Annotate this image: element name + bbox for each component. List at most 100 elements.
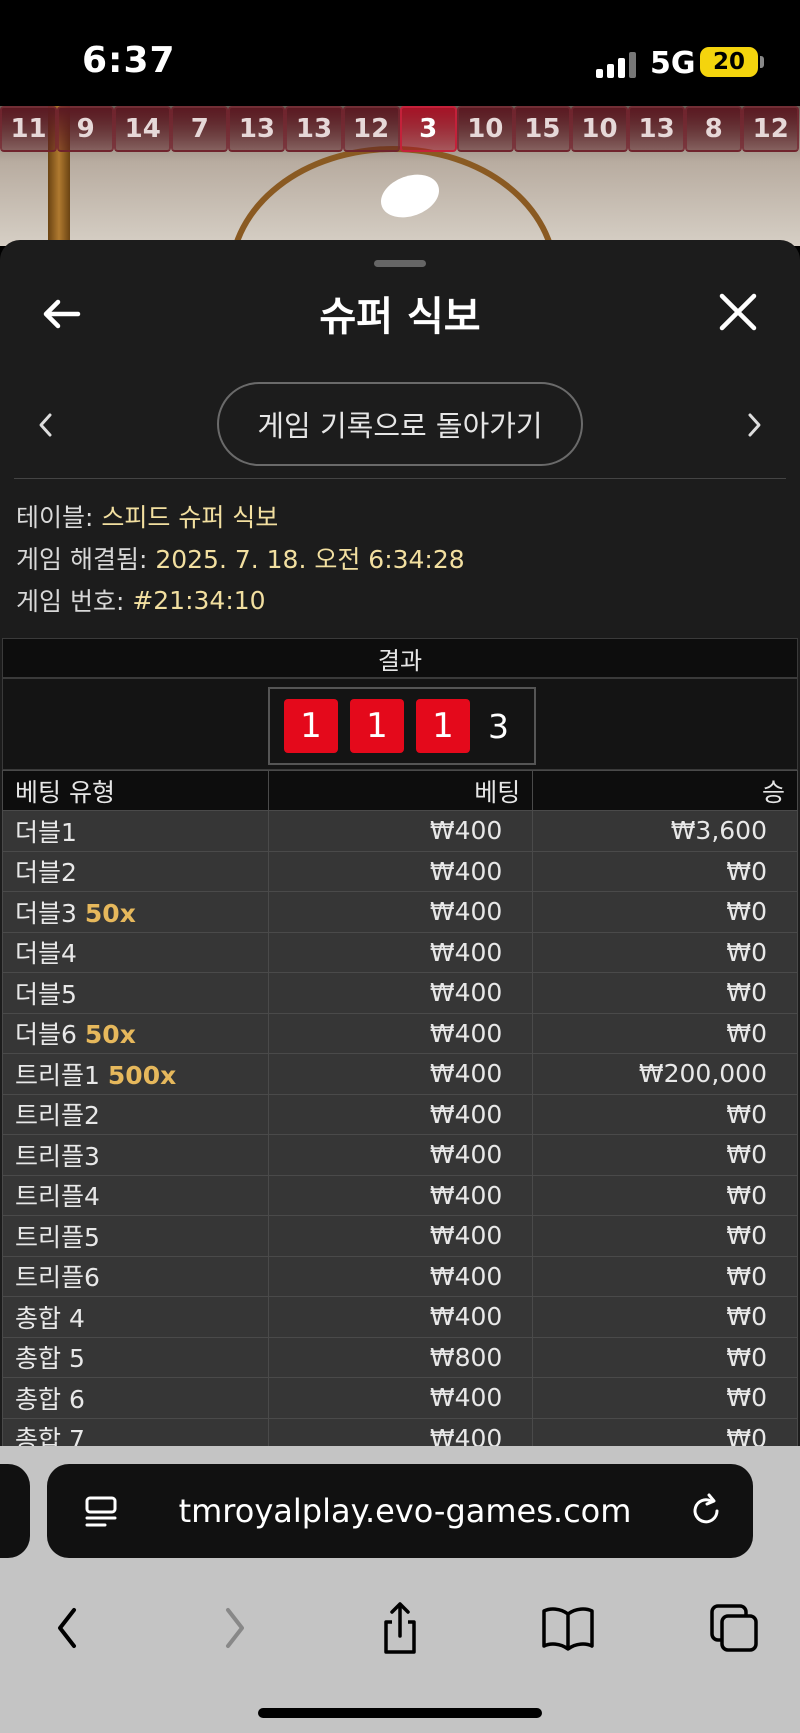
- bet-type-cell: 더블2: [2, 850, 269, 892]
- bet-amount-cell: ₩400: [267, 1255, 534, 1297]
- browser-toolbar: [0, 1584, 800, 1664]
- bet-type-label: 총합 6: [15, 1384, 85, 1414]
- chevron-right-icon[interactable]: [740, 410, 768, 440]
- history-result-item: 15: [513, 106, 571, 152]
- column-header-bet-type: 베팅 유형: [2, 770, 269, 811]
- battery-level: 20: [712, 49, 745, 75]
- bet-amount-cell: ₩400: [267, 1296, 534, 1338]
- home-indicator[interactable]: [258, 1708, 542, 1718]
- bet-type-cell: 트리플5: [2, 1215, 269, 1257]
- bet-amount-cell: ₩400: [267, 1377, 534, 1419]
- win-amount-cell: ₩0: [532, 931, 798, 973]
- win-amount-cell: ₩0: [532, 1296, 798, 1338]
- bet-type-cell: 더블1: [2, 810, 269, 852]
- bets-table: 베팅 유형 베팅 승 더블1 ₩400 ₩3,600 더블2 ₩400 ₩0 더블3 50x ₩…: [2, 770, 798, 1446]
- bet-type-cell: 총합 5: [2, 1336, 269, 1378]
- game-number-value: #21:34:10: [132, 585, 266, 615]
- bet-type-label: 더블3: [15, 898, 77, 928]
- bet-amount-cell: ₩400: [267, 1093, 534, 1135]
- bet-type-label: 더블4: [15, 939, 77, 969]
- column-header-bet: 베팅: [267, 770, 534, 811]
- bet-amount-cell: ₩400: [267, 1134, 534, 1176]
- result-header: 결과: [2, 638, 798, 678]
- resolved-label: 게임 해결됨:: [16, 545, 148, 574]
- game-navigation: 게임 기록으로 돌아가기: [0, 382, 800, 468]
- table-info: 테이블: 스피드 슈퍼 식보: [16, 495, 465, 537]
- bet-type-cell: 더블5: [2, 972, 269, 1014]
- history-result-item: 11: [0, 106, 58, 152]
- forward-icon[interactable]: [206, 1602, 262, 1654]
- table-row: 총합 6 ₩400 ₩0: [2, 1377, 798, 1419]
- close-icon[interactable]: [716, 290, 760, 334]
- win-amount-cell: ₩0: [532, 891, 798, 933]
- bet-type-label: 더블2: [15, 858, 77, 888]
- bet-type-label: 트리플6: [15, 1263, 100, 1293]
- address-bar[interactable]: tmroyalplay.evo-games.com: [47, 1464, 753, 1558]
- bet-type-cell: 총합 6: [2, 1377, 269, 1419]
- table-row: 트리플1 500x ₩400 ₩200,000: [2, 1053, 798, 1095]
- table-row: 트리플4 ₩400 ₩0: [2, 1174, 798, 1216]
- bet-amount-cell: ₩400: [267, 1174, 534, 1216]
- win-amount-cell: ₩0: [532, 1012, 798, 1054]
- table-row: 총합 4 ₩400 ₩0: [2, 1296, 798, 1338]
- bookmarks-icon[interactable]: [540, 1602, 596, 1654]
- bet-type-cell: 트리플2: [2, 1093, 269, 1135]
- win-amount-cell: ₩0: [532, 972, 798, 1014]
- divider: [14, 478, 786, 479]
- drag-handle[interactable]: [374, 260, 426, 267]
- die-1: 1: [284, 699, 338, 753]
- bet-amount-cell: ₩400: [267, 1012, 534, 1054]
- url-text[interactable]: tmroyalplay.evo-games.com: [47, 1464, 753, 1558]
- win-amount-cell: ₩0: [532, 1377, 798, 1419]
- win-amount-cell: ₩0: [532, 1174, 798, 1216]
- bet-type-label: 총합 7: [15, 1425, 85, 1446]
- resolved-info: 게임 해결됨: 2025. 7. 18. 오전 6:34:28: [16, 537, 465, 579]
- history-result-item: 10: [456, 106, 514, 152]
- history-result-item: 7: [171, 106, 229, 152]
- history-result-item: 10: [570, 106, 629, 152]
- page-menu-icon[interactable]: [83, 1494, 119, 1530]
- cellular-signal-icon: [596, 52, 636, 78]
- bet-type-cell: 총합 4: [2, 1296, 269, 1338]
- share-icon[interactable]: [372, 1602, 428, 1654]
- game-video: 11 9 14 7 13 13 12 3 10 15 10 13 8 12: [0, 106, 800, 246]
- table-row: 더블6 50x ₩400 ₩0: [2, 1012, 798, 1054]
- reload-icon[interactable]: [687, 1492, 725, 1530]
- win-amount-cell: ₩0: [532, 1215, 798, 1257]
- game-number-info: 게임 번호: #21:34:10: [16, 579, 465, 621]
- multiplier-badge: 50x: [84, 898, 136, 928]
- back-to-history-button[interactable]: 게임 기록으로 돌아가기: [217, 382, 583, 466]
- history-result-item: 9: [57, 106, 115, 152]
- previous-tab-peek[interactable]: [0, 1464, 30, 1558]
- bet-amount-cell: ₩400: [267, 972, 534, 1014]
- bet-amount-cell: ₩400: [267, 1053, 534, 1095]
- chevron-left-icon[interactable]: [32, 410, 60, 440]
- win-amount-cell: ₩0: [532, 1417, 798, 1446]
- bet-amount-cell: ₩800: [267, 1336, 534, 1378]
- battery-icon: 20: [700, 47, 758, 77]
- browser-chrome: tmroyalplay.evo-games.com: [0, 1446, 800, 1733]
- column-header-win: 승: [532, 770, 798, 811]
- history-result-item: 14: [114, 106, 172, 152]
- history-result-item: 12: [342, 106, 400, 152]
- bet-type-label: 총합 4: [15, 1303, 85, 1333]
- result-history-strip: 11 9 14 7 13 13 12 3 10 15 10 13 8 12: [0, 106, 800, 152]
- bet-type-cell: 트리플3: [2, 1134, 269, 1176]
- battery-tip: [760, 56, 764, 68]
- table-header-row: 베팅 유형 베팅 승: [2, 770, 798, 811]
- multiplier-badge: 50x: [84, 1020, 136, 1050]
- history-result-item: 13: [285, 106, 343, 152]
- resolved-value: 2025. 7. 18. 오전 6:34:28: [155, 545, 465, 574]
- back-icon[interactable]: [44, 1602, 100, 1654]
- bet-type-label: 총합 5: [15, 1344, 85, 1374]
- bet-type-cell: 총합 7: [2, 1417, 269, 1446]
- game-detail-panel: 슈퍼 식보 게임 기록으로 돌아가기 테이블: 스피드 슈퍼 식보 게임 해결됨…: [0, 240, 800, 1446]
- table-row: 트리플3 ₩400 ₩0: [2, 1134, 798, 1176]
- bet-type-label: 트리플3: [15, 1141, 100, 1171]
- tabs-icon[interactable]: [708, 1602, 764, 1654]
- bet-type-label: 더블5: [15, 979, 77, 1009]
- bet-type-label: 트리플2: [15, 1101, 100, 1131]
- result-row: 1 1 1 3: [2, 678, 798, 770]
- table-row: 더블5 ₩400 ₩0: [2, 972, 798, 1014]
- bet-type-label: 더블6: [15, 1020, 77, 1050]
